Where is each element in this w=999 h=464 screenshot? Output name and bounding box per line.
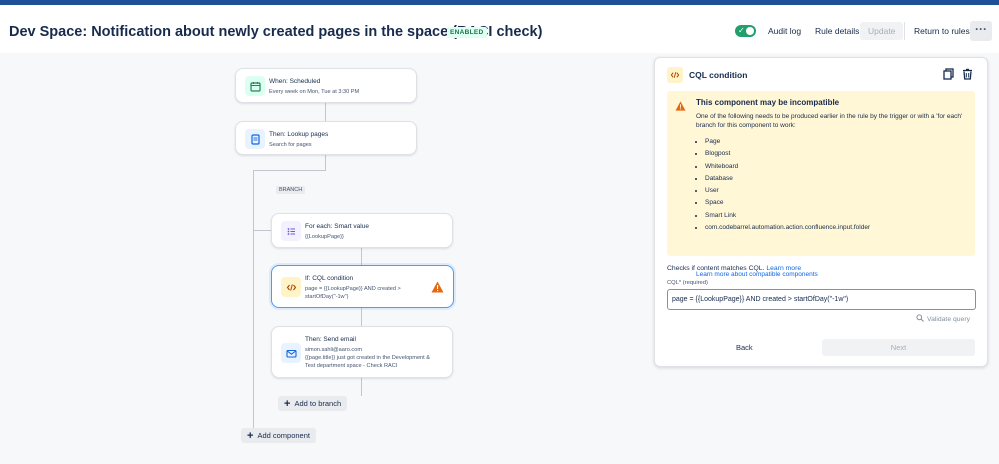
copy-icon[interactable] — [942, 67, 954, 85]
button-label: Add component — [257, 431, 310, 440]
connector-line — [253, 170, 326, 171]
button-label: Validate query — [927, 316, 970, 323]
connector-line — [361, 378, 362, 396]
cql-input[interactable]: page = {{LookupPage}} AND created > star… — [667, 289, 976, 310]
rule-enabled-toggle[interactable]: ✓ — [735, 25, 756, 37]
page-icon — [245, 129, 265, 149]
branch-label: BRANCH — [276, 186, 306, 194]
list-icon — [281, 221, 301, 241]
list-item: Database — [705, 173, 870, 185]
list-item: Page — [705, 136, 870, 148]
validate-query-button[interactable]: Validate query — [916, 313, 970, 323]
trigger-scheduled-node[interactable]: When: Scheduled Every week on Mon, Tue a… — [235, 68, 417, 103]
node-subtitle: startOfDay("-1w") — [305, 294, 349, 300]
node-subtitle: page = {{LookupPage}} AND created > — [305, 286, 401, 292]
plus-icon: + — [284, 398, 291, 410]
connector-line — [361, 308, 362, 326]
warning-description: One of the following needs to be produce… — [696, 113, 963, 129]
next-button[interactable]: Next — [822, 339, 975, 356]
description-text: Checks if content matches CQL. — [667, 265, 765, 272]
node-subtitle: {{page.title}} just got created in the D… — [305, 355, 431, 361]
node-title: Then: Send email — [305, 336, 356, 343]
list-item: User — [705, 185, 870, 197]
connector-line — [325, 103, 326, 121]
send-email-node[interactable]: Then: Send email simon.sahli@aaro.com {{… — [271, 326, 453, 378]
node-subtitle: {{LookupPage}} — [305, 234, 344, 240]
node-subtitle: simon.sahli@aaro.com — [305, 347, 362, 353]
button-label: Add to branch — [294, 399, 342, 408]
panel-actions — [942, 67, 973, 85]
header-divider — [904, 22, 905, 40]
audit-log-button[interactable]: Audit log — [768, 22, 801, 40]
node-title: Then: Lookup pages — [269, 131, 329, 138]
compatible-types-list: Page Blogpost Whiteboard Database User S… — [705, 136, 870, 234]
if-cql-condition-node[interactable]: If: CQL condition page = {{LookupPage}} … — [271, 265, 454, 308]
search-icon — [916, 314, 924, 324]
node-title: For each: Smart value — [305, 223, 369, 230]
for-each-node[interactable]: For each: Smart value {{LookupPage}} — [271, 213, 453, 248]
learn-more-link[interactable]: Learn more — [766, 265, 801, 272]
node-subtitle: Every week on Mon, Tue at 3:30 PM — [269, 89, 360, 95]
connector-line — [325, 155, 326, 170]
calendar-icon — [245, 76, 265, 96]
learn-compatible-components-link[interactable]: Learn more about compatible components — [696, 271, 818, 278]
check-icon: ✓ — [738, 26, 745, 35]
list-item: Space — [705, 197, 870, 209]
incompatible-warning: This component may be incompatible One o… — [667, 91, 975, 278]
warning-icon — [431, 280, 444, 298]
component-description: Checks if content matches CQL. Learn mor… — [667, 265, 801, 272]
warning-title: This component may be incompatible — [696, 98, 840, 107]
warning-icon — [675, 98, 686, 116]
node-title: When: Scheduled — [269, 78, 321, 85]
plus-icon: + — [247, 430, 254, 442]
add-component-button[interactable]: + Add component — [241, 428, 316, 443]
node-subtitle: Search for pages — [269, 142, 312, 148]
list-item: Blogpost — [705, 148, 870, 160]
list-item: Whiteboard — [705, 161, 870, 173]
node-title: If: CQL condition — [305, 275, 354, 282]
status-badge: ENABLED — [447, 27, 487, 38]
code-icon — [667, 67, 683, 83]
panel-title: CQL condition — [689, 70, 748, 80]
branch-rail — [253, 170, 254, 428]
cql-field-label: CQL* (required) — [667, 280, 708, 286]
rule-details-button[interactable]: Rule details — [815, 22, 859, 40]
list-item: com.codebarrel.automation.action.conflue… — [705, 222, 870, 234]
list-item: Smart Link — [705, 210, 870, 222]
code-icon — [281, 277, 301, 297]
more-actions-button[interactable]: ··· — [970, 21, 992, 41]
lookup-pages-node[interactable]: Then: Lookup pages Search for pages — [235, 121, 417, 155]
node-subtitle: Test department space - Check RACI — [305, 363, 398, 369]
add-to-branch-button[interactable]: + Add to branch — [278, 396, 348, 411]
connector-line — [253, 230, 271, 231]
update-button[interactable]: Update — [860, 22, 904, 40]
component-config-panel: CQL condition This component may be inco… — [654, 57, 988, 367]
back-button[interactable]: Back — [736, 343, 753, 352]
trash-icon[interactable] — [962, 67, 973, 85]
return-to-rules-button[interactable]: Return to rules — [914, 22, 970, 40]
connector-line — [361, 248, 362, 265]
mail-icon — [281, 343, 301, 363]
toggle-knob — [746, 27, 754, 35]
